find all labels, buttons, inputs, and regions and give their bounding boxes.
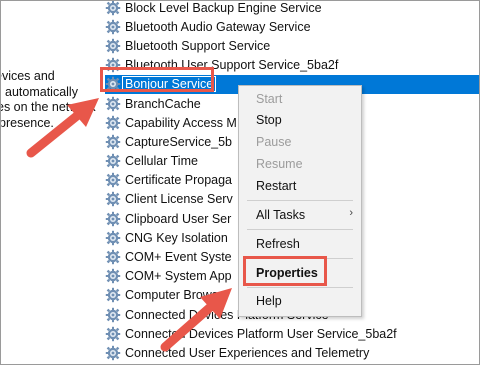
service-name: Certificate Propaga — [125, 173, 233, 188]
service-name: Clipboard User Ser — [125, 211, 232, 226]
description-line: automatically — [5, 84, 78, 99]
service-name: Connected Devices Platform User Service_… — [125, 326, 397, 341]
service-name: CNG Key Isolation — [125, 230, 228, 245]
service-row[interactable]: Connected Devices Platform User Service_… — [105, 324, 479, 343]
menu-item-restart[interactable]: Restart — [256, 178, 296, 194]
gear-icon — [105, 115, 121, 131]
menu-item-start[interactable]: Start — [256, 91, 282, 107]
gear-icon — [105, 345, 121, 361]
gear-icon — [105, 134, 121, 150]
service-name: Bluetooth Support Service — [125, 38, 271, 53]
service-name: COM+ Event Syste — [125, 250, 232, 265]
gear-icon — [105, 19, 121, 35]
properties-highlight-box — [243, 256, 327, 286]
service-name: Capability Access M — [125, 115, 237, 130]
gear-icon — [105, 38, 121, 54]
menu-item-help[interactable]: Help — [256, 293, 282, 309]
description-line: es on the network — [0, 100, 96, 114]
gear-icon — [105, 249, 121, 265]
menu-item-stop[interactable]: Stop — [256, 112, 282, 128]
service-name: Client License Serv — [125, 192, 233, 207]
service-name: Connected User Experiences and Telemetry — [125, 345, 370, 360]
gear-icon — [105, 326, 121, 342]
service-name: Cellular Time — [125, 154, 198, 169]
gear-icon — [105, 172, 121, 188]
service-description: evices and automatically es on the netwo… — [1, 69, 101, 131]
menu-item-refresh[interactable]: Refresh — [256, 236, 300, 252]
gear-icon — [105, 153, 121, 169]
service-name: Computer Brows — [125, 288, 219, 303]
service-name: Block Level Backup Engine Service — [125, 0, 322, 15]
gear-icon — [105, 96, 121, 112]
service-row[interactable]: Connected User Experiences and Telemetry — [105, 343, 479, 362]
services-window: evices and automatically es on the netwo… — [0, 0, 480, 365]
menu-item-all-tasks[interactable]: All Tasks — [256, 207, 356, 223]
menu-separator — [247, 200, 353, 201]
menu-separator — [247, 287, 353, 288]
service-row[interactable]: Bluetooth Support Service — [105, 36, 479, 55]
menu-item-resume[interactable]: Resume — [256, 156, 303, 172]
gear-icon — [105, 287, 121, 303]
service-name: CaptureService_5b — [125, 134, 233, 149]
service-name: BranchCache — [125, 96, 201, 111]
gear-icon — [105, 268, 121, 284]
menu-item-pause[interactable]: Pause — [256, 134, 291, 150]
bonjour-highlight-box — [100, 67, 214, 92]
description-line: evices and — [0, 69, 55, 83]
service-row[interactable]: Block Level Backup Engine Service — [105, 0, 479, 17]
gear-icon — [105, 211, 121, 227]
description-line: presence. — [0, 115, 54, 130]
gear-icon — [105, 191, 121, 207]
service-name: COM+ System App — [125, 269, 232, 284]
chevron-right-icon: › — [349, 207, 353, 219]
gear-icon — [105, 307, 121, 323]
service-row[interactable]: Bluetooth Audio Gateway Service — [105, 17, 479, 36]
service-name: Bluetooth Audio Gateway Service — [125, 19, 311, 34]
gear-icon — [105, 1, 121, 16]
menu-separator — [247, 229, 353, 230]
gear-icon — [105, 230, 121, 246]
menu-item-label: All Tasks — [256, 208, 306, 222]
